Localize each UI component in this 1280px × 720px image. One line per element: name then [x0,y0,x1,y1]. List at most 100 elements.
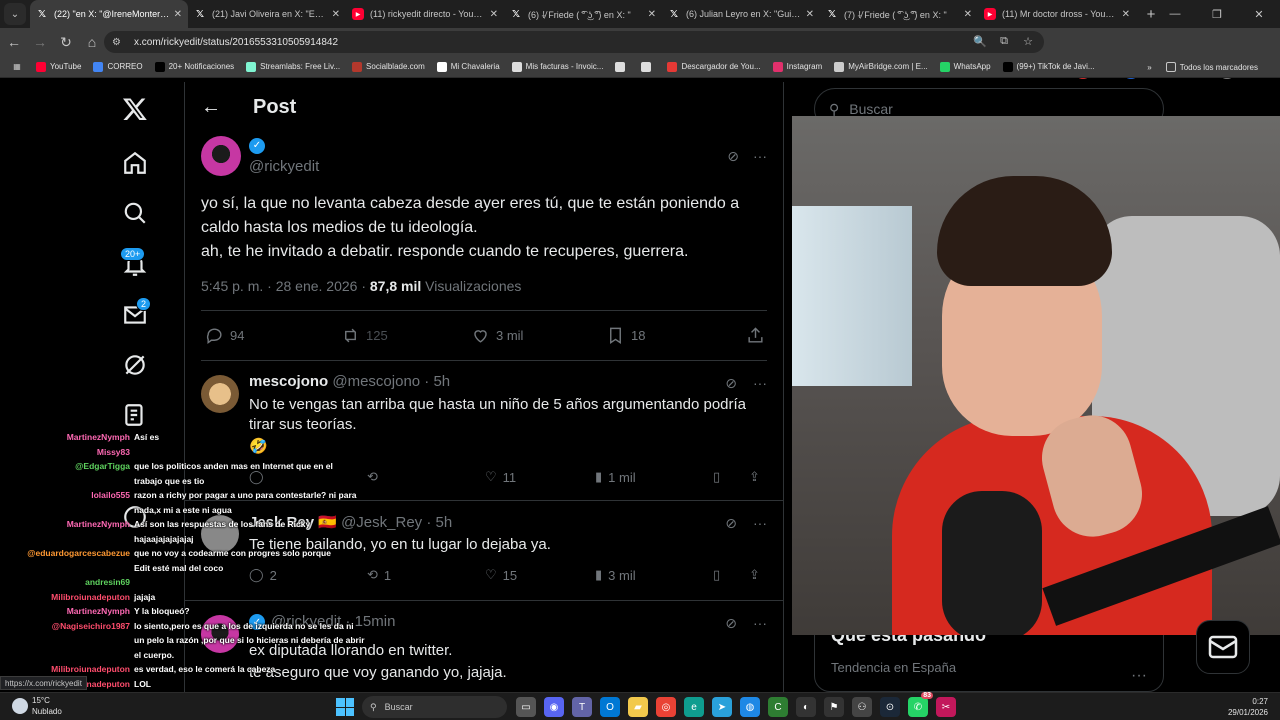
obs-icon[interactable]: ◐ [796,697,816,717]
like-button[interactable]: ♡ 11 [485,469,595,485]
bookmark-item[interactable]: MyAirBridge.com | E... [834,61,928,72]
globe-icon[interactable]: ◍ [740,697,760,717]
bookmark-item[interactable]: Mis facturas - Invoic... [511,61,603,72]
bookmark-item[interactable]: Streamlabs: Free Liv... [246,61,340,72]
like-button[interactable]: ♡ 15 [485,567,595,583]
bookmark-item[interactable] [641,61,655,72]
teams-icon[interactable]: T [572,697,592,717]
install-app-icon[interactable]: ⧉ [996,35,1012,48]
discord-icon[interactable]: ◉ [544,697,564,717]
game-icon[interactable]: ⚑ [824,697,844,717]
more-options-icon[interactable]: ··· [753,515,767,532]
tab-search-button[interactable]: ⌄ [4,3,26,25]
like-button[interactable]: 3 mil [471,326,606,345]
bookmark-button[interactable]: ▯ [713,469,749,485]
close-tab-icon[interactable]: ✕ [648,9,656,20]
tweet-timestamp[interactable]: 5:45 p. m. · 28 ene. 2026 · [201,278,370,294]
repost-button[interactable]: ⟲ 1 [367,567,485,583]
grok-explain-icon[interactable]: ⊘ [725,615,737,632]
x-logo-icon[interactable] [120,94,150,124]
close-tab-icon[interactable]: ✕ [332,9,340,20]
zoom-icon[interactable]: 🔍 [972,35,988,48]
restore-button[interactable]: ❐ [1196,0,1238,28]
share-button[interactable]: ⇪ [749,469,760,485]
weather-widget[interactable]: 15°C Nublado [12,695,62,717]
whatsapp-icon[interactable]: ✆ 83 [908,692,933,717]
all-bookmarks-folder[interactable]: Todos los marcadores [1165,62,1258,72]
reload-button[interactable]: ↻ [54,30,78,54]
browser-tab[interactable]: 𝕏 (21) Javi Oliveira en X: "En las ✕ [188,0,346,28]
grok-icon[interactable] [120,350,150,380]
more-options-icon[interactable]: ··· [753,148,767,165]
file-explorer-icon[interactable]: ▰ [628,697,648,717]
author-handle[interactable]: @rickyedit [249,158,319,175]
grok-explain-icon[interactable]: ⊘ [725,375,737,392]
task-view-icon[interactable]: ▭ [516,697,536,717]
forward-button[interactable]: → [28,30,52,54]
browser-tab[interactable]: ▶ (11) Mr doctor dross - YouTube ✕ [978,0,1136,28]
grok-explain-icon[interactable]: ⊘ [725,515,737,532]
bookmark-item[interactable]: Descargador de You... [667,61,761,72]
lists-icon[interactable] [120,400,150,430]
bookmark-item[interactable] [615,61,629,72]
bookmark-button[interactable]: ▯ [713,567,749,583]
more-options-icon[interactable]: ··· [1131,667,1147,685]
share-button[interactable]: ⇪ [749,567,760,583]
snipping-tool-icon[interactable]: ✂ [936,697,956,717]
outlook-icon[interactable]: O [600,697,620,717]
views-button[interactable]: ▮ 3 mil [595,567,713,583]
bookmark-item[interactable]: Mi Chavaleria [436,61,500,72]
apps-grid-icon[interactable]: ▦ [6,62,28,71]
avatar[interactable] [201,136,241,176]
taskbar-search[interactable]: ⚲ Buscar [362,696,507,718]
steam-icon[interactable]: ⊙ [880,697,900,717]
close-window-button[interactable]: ✕ [1238,0,1280,28]
bookmark-item[interactable]: YouTube [36,61,81,72]
reply-button[interactable]: 94 [201,326,341,345]
chrome-icon[interactable]: ◎ [656,697,676,717]
close-tab-icon[interactable]: ✕ [806,9,814,20]
more-bookmarks-icon[interactable]: » [1147,63,1151,72]
minimize-button[interactable]: — [1154,0,1196,28]
close-tab-icon[interactable]: ✕ [964,9,972,20]
close-tab-icon[interactable]: ✕ [1122,9,1130,20]
stream-icon[interactable]: ⚇ [852,697,872,717]
system-clock[interactable]: 0:27 29/01/2026 [1228,696,1268,718]
bookmark-item[interactable]: Socialblade.com [352,61,425,72]
bookmark-star-icon[interactable]: ☆ [1020,35,1036,48]
edge-icon[interactable]: e [684,697,704,717]
explore-icon[interactable] [120,198,150,228]
bookmark-item[interactable]: Instagram [772,61,822,72]
camtasia-icon[interactable]: C [768,697,788,717]
more-options-icon[interactable]: ··· [753,375,767,392]
home-icon[interactable] [120,148,150,178]
close-tab-icon[interactable]: ✕ [174,9,182,20]
trend-context[interactable]: Tendencia en España [831,660,1147,675]
telegram-icon[interactable]: ➤ [712,697,732,717]
browser-tab[interactable]: 𝕏 (22) "en X: "@IreneMontero yo ✕ [30,0,188,28]
views-button[interactable]: ▮ 1 mil [595,469,713,485]
share-button[interactable] [746,326,765,345]
back-button[interactable]: ← [2,30,26,54]
more-options-icon[interactable]: ··· [753,615,767,632]
browser-tab[interactable]: ▶ (11) rickyedit directo - YouTube ✕ [346,0,504,28]
reply-author-name[interactable]: mescojono [249,373,328,390]
messages-fab[interactable] [1196,620,1250,674]
browser-tab[interactable]: 𝕏 (7) ⸸̸ Friede ( ͡° ͜ʖ ͡°) en X: " ✕ [820,0,978,28]
bookmark-button[interactable]: 18 [606,326,746,345]
bookmark-item[interactable]: WhatsApp [939,61,991,72]
bookmark-item[interactable]: CORREO [93,61,143,72]
bookmark-item[interactable]: 20+ Notificaciones [154,61,234,72]
repost-button[interactable]: 125 [341,326,471,345]
address-bar[interactable]: ⚙ x.com/rickyedit/status/201655331050591… [104,31,1044,53]
site-info-icon[interactable]: ⚙ [112,37,126,48]
reply-author-handle[interactable]: @mescojono · 5h [332,373,450,390]
windows-start-icon[interactable] [336,698,354,716]
home-button[interactable]: ⌂ [80,30,104,54]
close-tab-icon[interactable]: ✕ [490,9,498,20]
repost-button[interactable]: ⟲ [367,469,485,485]
grok-explain-icon[interactable]: ⊘ [727,148,739,165]
back-arrow-icon[interactable]: ← [201,96,223,119]
browser-tab[interactable]: 𝕏 (6) ⸸̸ Friede ( ͡° ͜ʖ ͡°) en X: " ✕ [504,0,662,28]
bookmark-item[interactable]: (99+) TikTok de Javi... [1002,61,1095,72]
